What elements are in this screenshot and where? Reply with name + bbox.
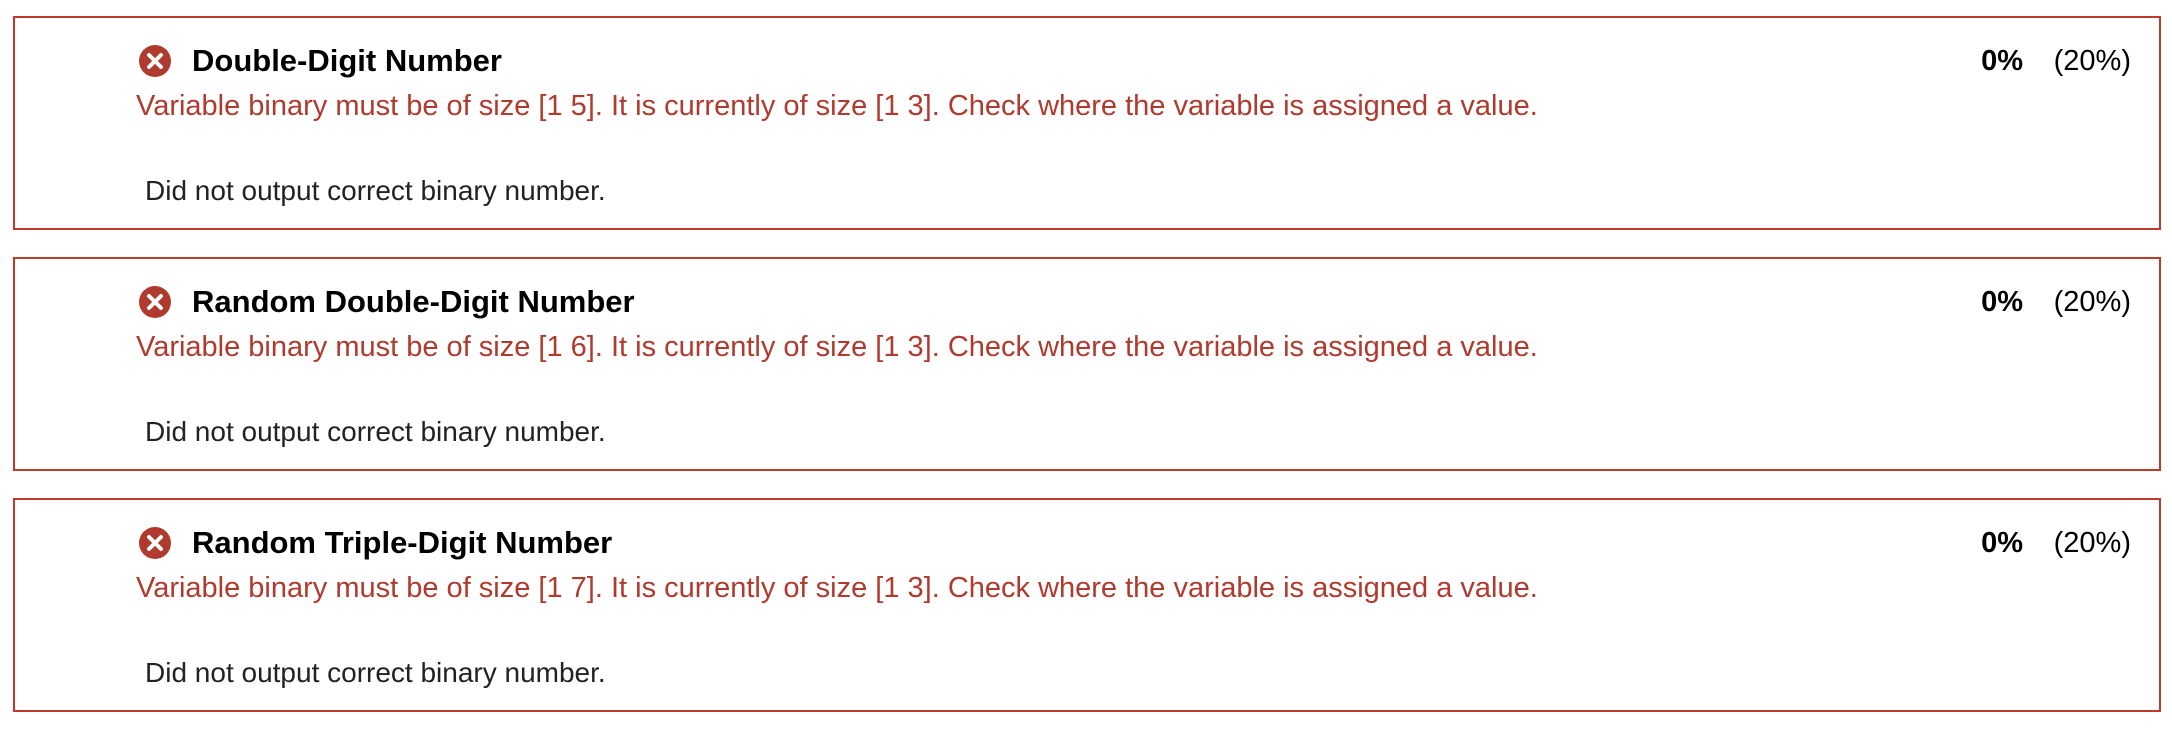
test-score: 0% [1981, 527, 2023, 559]
test-title: Random Triple-Digit Number [192, 525, 613, 560]
test-result-card: Random Double-Digit Number 0% (20%) Vari… [13, 257, 2161, 471]
x-circle-icon [139, 286, 171, 318]
feedback-message: Did not output correct binary number. [145, 657, 606, 688]
feedback-message: Did not output correct binary number. [145, 175, 606, 206]
error-message: Variable binary must be of size [1 6]. I… [136, 331, 1538, 363]
test-result-card: Random Triple-Digit Number 0% (20%) Vari… [13, 498, 2161, 712]
test-title: Double-Digit Number [192, 43, 502, 78]
x-circle-icon [139, 527, 171, 559]
test-weight: (20%) [2053, 527, 2131, 559]
test-weight: (20%) [2053, 286, 2131, 318]
test-score: 0% [1981, 45, 2023, 77]
feedback-message: Did not output correct binary number. [145, 416, 606, 447]
test-weight: (20%) [2053, 45, 2131, 77]
x-circle-icon [139, 45, 171, 77]
test-title: Random Double-Digit Number [192, 284, 635, 319]
error-message: Variable binary must be of size [1 7]. I… [136, 572, 1538, 604]
error-message: Variable binary must be of size [1 5]. I… [136, 90, 1538, 122]
test-result-card: Double-Digit Number 0% (20%) Variable bi… [13, 16, 2161, 230]
test-score: 0% [1981, 286, 2023, 318]
